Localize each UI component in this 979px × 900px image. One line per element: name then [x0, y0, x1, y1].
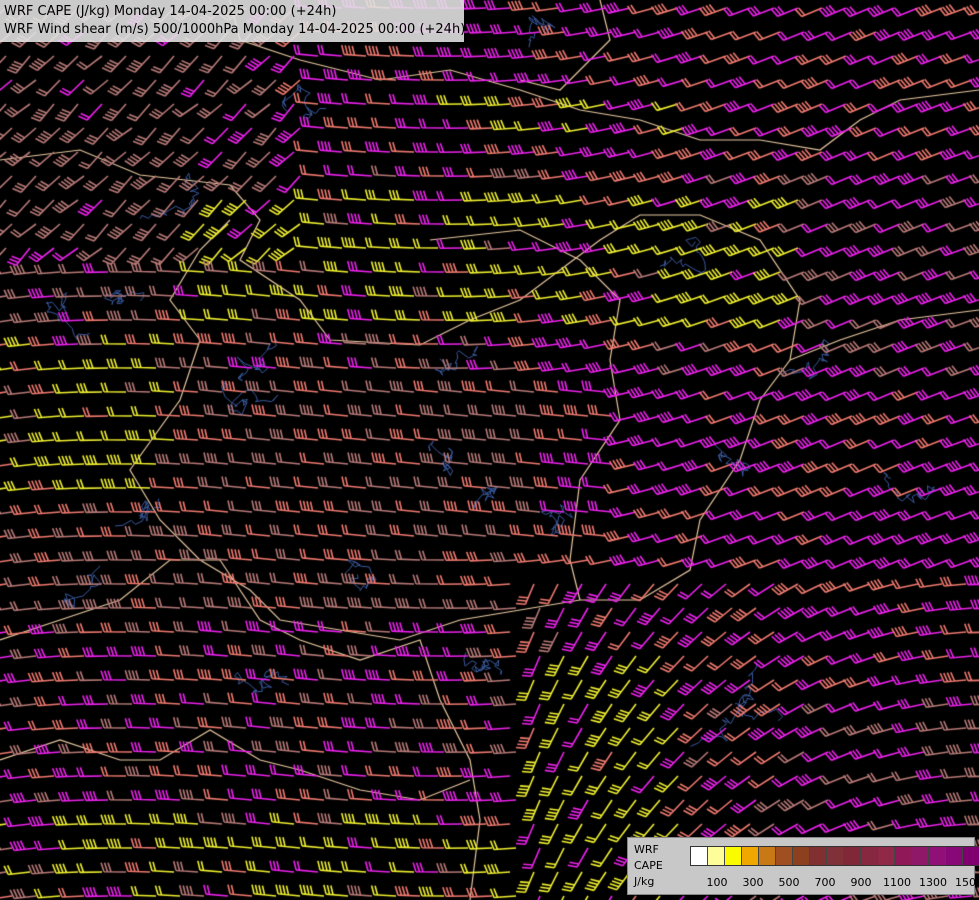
legend-tick-label: 1300 — [919, 876, 947, 889]
legend-tick-label: 100 — [706, 876, 728, 889]
legend-tick-label: 900 — [850, 876, 872, 889]
cape-wind-shear-map — [0, 0, 979, 900]
legend-model-label: WRF — [634, 843, 659, 856]
cape-title: WRF CAPE (J/kg) Monday 14-04-2025 00:00 … — [4, 4, 337, 19]
legend-field-label: CAPE — [634, 859, 663, 872]
legend-swatch — [963, 847, 979, 865]
legend-swatch — [946, 847, 963, 865]
legend-swatch — [776, 847, 793, 865]
legend-swatch — [861, 847, 878, 865]
legend-color-scale — [690, 846, 979, 866]
legend-swatch — [827, 847, 844, 865]
legend-swatch — [895, 847, 912, 865]
legend-tick-label: 700 — [814, 876, 836, 889]
legend-tick-label: 1100 — [883, 876, 911, 889]
legend-tick-label: 500 — [778, 876, 800, 889]
legend-swatch — [691, 847, 708, 865]
legend-swatch — [759, 847, 776, 865]
legend-tick-labels: 100 300 500 700 900 1100 1300 1500 — [628, 876, 979, 890]
legend-tick-label: 300 — [742, 876, 764, 889]
legend-swatch — [725, 847, 742, 865]
legend-tick-label: 1500 — [955, 876, 979, 889]
wind-shear-title: WRF Wind shear (m/s) 500/1000hPa Monday … — [4, 22, 466, 37]
legend-swatch — [878, 847, 895, 865]
legend-swatch — [742, 847, 759, 865]
legend-swatch — [708, 847, 725, 865]
legend-swatch — [912, 847, 929, 865]
legend-swatch — [844, 847, 861, 865]
legend-swatch — [810, 847, 827, 865]
cape-legend: WRF CAPE J/kg 100 300 500 700 900 1100 1300 150… — [627, 837, 979, 895]
legend-swatch — [929, 847, 946, 865]
map-title-box: WRF CAPE (J/kg) Monday 14-04-2025 00:00 … — [0, 0, 466, 42]
legend-swatch — [793, 847, 810, 865]
